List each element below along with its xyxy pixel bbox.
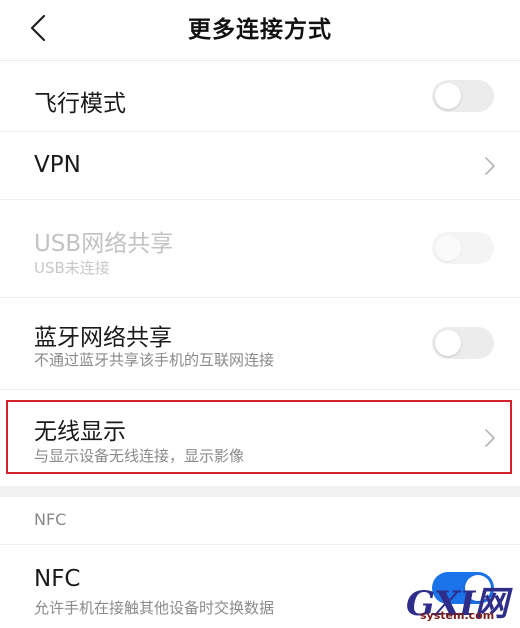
settings-row-vpn[interactable]: VPN [0, 132, 520, 198]
divider [0, 60, 520, 61]
section-header-nfc: NFC [34, 510, 67, 529]
usb-tethering-toggle [432, 232, 494, 264]
toggle-knob [435, 83, 461, 109]
watermark-domain: system.com [420, 609, 495, 622]
toggle-knob [435, 330, 461, 356]
divider [0, 544, 520, 545]
chevron-right-icon [485, 429, 495, 447]
bluetooth-tethering-toggle[interactable] [432, 327, 494, 359]
page-title: 更多连接方式 [188, 17, 332, 43]
row-title: 飞行模式 [34, 91, 126, 117]
row-subtitle: USB未连接 [34, 259, 110, 277]
row-subtitle: 不通过蓝牙共享该手机的互联网连接 [34, 351, 275, 369]
row-subtitle: 与显示设备无线连接，显示影像 [34, 447, 245, 465]
settings-row-bluetooth-tethering[interactable]: 蓝牙网络共享 不通过蓝牙共享该手机的互联网连接 [0, 298, 520, 388]
settings-row-wireless-display[interactable]: 无线显示 与显示设备无线连接，显示影像 [0, 402, 520, 472]
chevron-right-icon [485, 157, 495, 175]
settings-row-airplane-mode[interactable]: 飞行模式 [0, 62, 520, 130]
row-subtitle: 允许手机在接触其他设备时交换数据 [34, 599, 275, 617]
toggle-knob [435, 235, 461, 261]
row-title: VPN [34, 152, 81, 178]
row-title: 无线显示 [34, 419, 126, 445]
row-title: NFC [34, 566, 81, 592]
site-watermark-logo: GXI网 system.com [406, 576, 512, 624]
settings-row-usb-tethering: USB网络共享 USB未连接 [0, 200, 520, 296]
section-separator [0, 486, 520, 497]
row-title: USB网络共享 [34, 231, 174, 257]
row-title: 蓝牙网络共享 [34, 325, 172, 351]
airplane-mode-toggle[interactable] [432, 80, 494, 112]
title-bar: 更多连接方式 [0, 0, 520, 56]
divider [0, 389, 520, 390]
